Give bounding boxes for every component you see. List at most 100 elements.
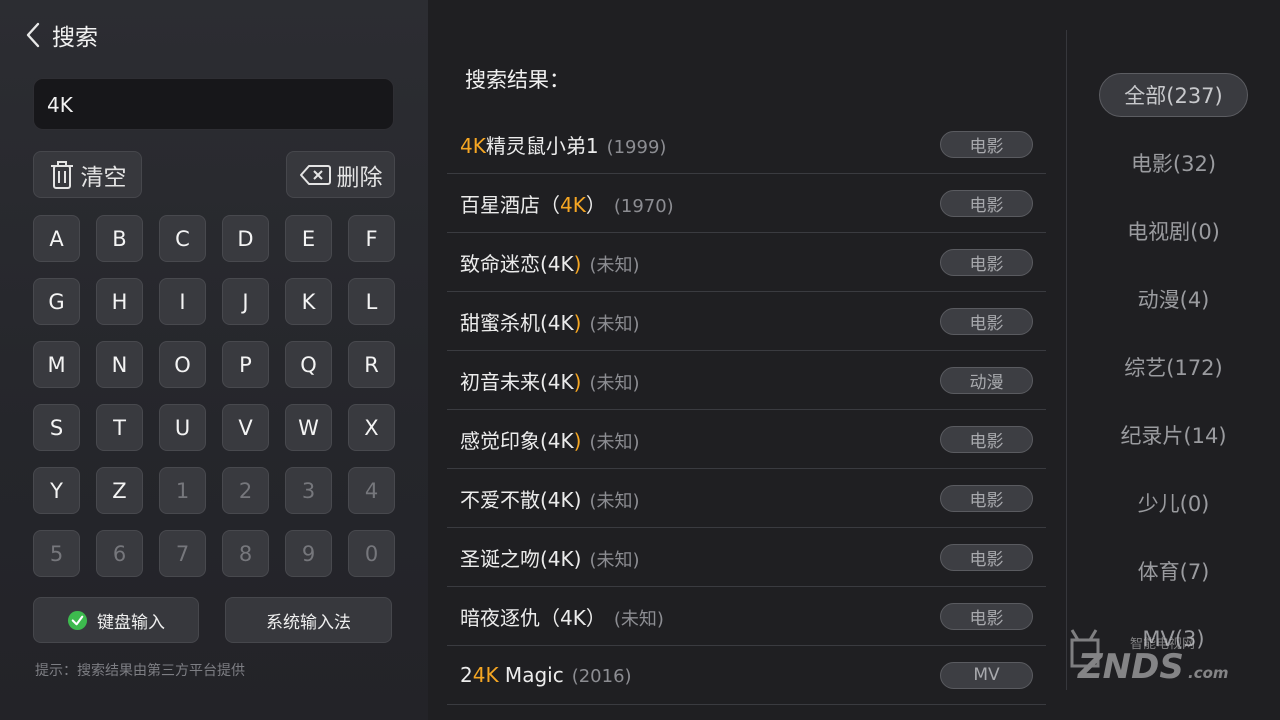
key-l[interactable]: L xyxy=(348,278,395,325)
key-k[interactable]: K xyxy=(285,278,332,325)
result-title: 圣诞之吻(4K) (未知) xyxy=(460,543,640,572)
result-title: 不爱不散(4K) (未知) xyxy=(460,484,640,513)
key-5[interactable]: 5 xyxy=(33,530,80,577)
result-year: (1999) xyxy=(606,136,667,158)
result-row[interactable]: 暗夜逐仇（4K） (未知) 电影 xyxy=(447,587,1046,646)
result-type-badge: 电影 xyxy=(940,602,1033,630)
panel-divider xyxy=(1066,30,1067,690)
key-y[interactable]: Y xyxy=(33,467,80,514)
result-title-post: ） xyxy=(585,192,606,217)
key-r[interactable]: R xyxy=(348,341,395,388)
key-v[interactable]: V xyxy=(222,404,269,451)
watermark-main-text: ZNDS xyxy=(1077,647,1184,687)
key-u[interactable]: U xyxy=(159,404,206,451)
results-title: 搜索结果： xyxy=(465,68,570,92)
result-title-hl: 4K xyxy=(472,663,499,687)
hint-text: 提示：搜索结果由第三方平台提供 xyxy=(35,663,245,679)
key-e[interactable]: E xyxy=(285,215,332,262)
result-type-badge: 电影 xyxy=(940,425,1033,453)
result-year: (未知) xyxy=(589,254,640,276)
key-o[interactable]: O xyxy=(159,341,206,388)
key-9[interactable]: 9 xyxy=(285,530,332,577)
key-b[interactable]: B xyxy=(96,215,143,262)
result-row[interactable]: 百星酒店（4K） (1970) 电影 xyxy=(447,174,1046,233)
category-tab[interactable]: 动漫(4) xyxy=(1099,277,1248,321)
key-2[interactable]: 2 xyxy=(222,467,269,514)
key-a[interactable]: A xyxy=(33,215,80,262)
result-year: (未知) xyxy=(613,608,664,630)
result-row[interactable]: 甜蜜杀机(4K) (未知) 电影 xyxy=(447,292,1046,351)
result-title: 百星酒店（4K） (1970) xyxy=(460,189,674,218)
key-m[interactable]: M xyxy=(33,341,80,388)
result-row[interactable]: 24K Magic (2016) MV xyxy=(447,646,1046,705)
result-title-pre: 甜蜜杀机(4K xyxy=(460,310,574,335)
result-title: 感觉印象(4K) (未知) xyxy=(460,425,640,454)
result-row[interactable]: 圣诞之吻(4K) (未知) 电影 xyxy=(447,528,1046,587)
result-year: (1970) xyxy=(613,195,674,217)
result-year: (未知) xyxy=(589,490,640,512)
category-tab[interactable]: 纪录片(14) xyxy=(1099,413,1248,457)
result-row[interactable]: 致命迷恋(4K) (未知) 电影 xyxy=(447,233,1046,292)
key-p[interactable]: P xyxy=(222,341,269,388)
category-tab[interactable]: 少儿(0) xyxy=(1099,481,1248,525)
key-4[interactable]: 4 xyxy=(348,467,395,514)
key-w[interactable]: W xyxy=(285,404,332,451)
clear-button[interactable]: 清空 xyxy=(33,151,142,198)
result-title: 甜蜜杀机(4K) (未知) xyxy=(460,307,640,336)
result-title: 24K Magic (2016) xyxy=(460,663,632,687)
key-i[interactable]: I xyxy=(159,278,206,325)
key-c[interactable]: C xyxy=(159,215,206,262)
result-year: (未知) xyxy=(589,372,640,394)
result-title-pre: 致命迷恋(4K xyxy=(460,251,574,276)
result-row[interactable]: 初音未来(4K) (未知) 动漫 xyxy=(447,351,1046,410)
category-tab[interactable]: 全部(237) xyxy=(1099,73,1248,117)
result-title: 4K精灵鼠小弟1 (1999) xyxy=(460,130,666,159)
delete-button[interactable]: 删除 xyxy=(286,151,395,198)
result-row[interactable]: 4K精灵鼠小弟1 (1999) 电影 xyxy=(447,115,1046,174)
key-d[interactable]: D xyxy=(222,215,269,262)
category-tab[interactable]: 综艺(172) xyxy=(1099,345,1248,389)
result-title-pre: 圣诞之吻(4K) xyxy=(460,546,582,571)
key-j[interactable]: J xyxy=(222,278,269,325)
key-0[interactable]: 0 xyxy=(348,530,395,577)
result-year: (2016) xyxy=(571,666,632,687)
key-f[interactable]: F xyxy=(348,215,395,262)
category-tab[interactable]: 电视剧(0) xyxy=(1099,209,1248,253)
result-title-hl: ) xyxy=(573,369,582,394)
result-title-pre: 初音未来(4K xyxy=(460,369,574,394)
result-type-badge: 电影 xyxy=(940,484,1033,512)
result-year: (未知) xyxy=(589,549,640,571)
result-row[interactable]: 不爱不散(4K) (未知) 电影 xyxy=(447,469,1046,528)
search-input[interactable]: 4K xyxy=(33,78,394,130)
keyboard-input-button[interactable]: 键盘输入 xyxy=(33,597,199,643)
category-tab[interactable]: 电影(32) xyxy=(1099,141,1248,185)
backspace-icon xyxy=(299,164,331,185)
result-row[interactable]: 感觉印象(4K) (未知) 电影 xyxy=(447,410,1046,469)
key-3[interactable]: 3 xyxy=(285,467,332,514)
back-arrow-icon[interactable] xyxy=(22,20,44,50)
result-title-hl: 4K xyxy=(560,192,586,217)
key-h[interactable]: H xyxy=(96,278,143,325)
key-q[interactable]: Q xyxy=(285,341,332,388)
result-year: (未知) xyxy=(589,431,640,453)
category-tab[interactable]: 体育(7) xyxy=(1099,549,1248,593)
result-title: 致命迷恋(4K) (未知) xyxy=(460,248,640,277)
result-title-pre: 不爱不散(4K) xyxy=(460,487,582,512)
system-input-button[interactable]: 系统输入法 xyxy=(225,597,392,643)
key-7[interactable]: 7 xyxy=(159,530,206,577)
result-title-hl: ) xyxy=(573,428,582,453)
result-title-pre: 暗夜逐仇（4K） xyxy=(460,605,606,630)
key-s[interactable]: S xyxy=(33,404,80,451)
result-type-badge: 电影 xyxy=(940,248,1033,276)
result-title-hl: ) xyxy=(573,310,582,335)
key-1[interactable]: 1 xyxy=(159,467,206,514)
key-g[interactable]: G xyxy=(33,278,80,325)
key-n[interactable]: N xyxy=(96,341,143,388)
key-t[interactable]: T xyxy=(96,404,143,451)
key-6[interactable]: 6 xyxy=(96,530,143,577)
key-x[interactable]: X xyxy=(348,404,395,451)
result-type-badge: 电影 xyxy=(940,189,1033,217)
key-z[interactable]: Z xyxy=(96,467,143,514)
result-title-post: 精灵鼠小弟1 xyxy=(485,133,599,158)
key-8[interactable]: 8 xyxy=(222,530,269,577)
